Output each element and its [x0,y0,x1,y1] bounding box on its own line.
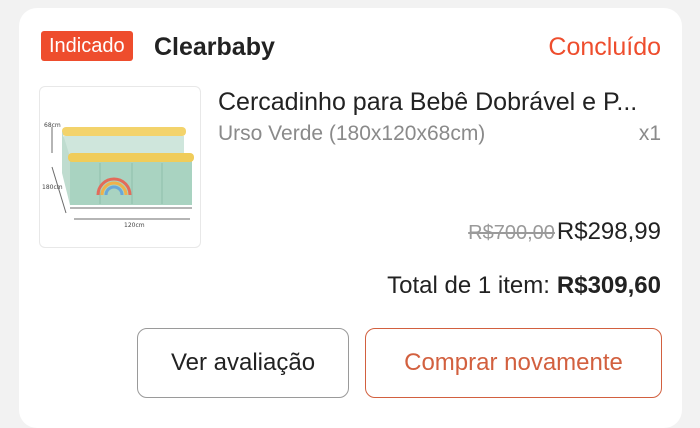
width-label: 180cm [42,184,63,191]
original-price: R$700,00 [468,222,555,244]
product-variant: Urso Verde (180x120x68cm) [218,122,486,145]
total-label: Total de 1 item: [387,272,550,299]
order-status: Concluído [548,33,661,61]
current-price: R$298,99 [556,218,661,245]
total-value: R$309,60 [556,272,661,299]
depth-label: 120cm [124,222,145,229]
product-thumbnail[interactable]: 68cm 180cm 120cm [39,86,201,248]
product-name[interactable]: Cercadinho para Bebê Dobrável e P... [218,86,662,118]
height-label: 68cm [44,122,61,129]
price-row: R$700,00 R$298,99 [468,218,661,250]
shop-name[interactable]: Clearbaby [154,31,275,63]
buy-again-button[interactable]: Comprar novamente [365,328,662,398]
order-total: Total de 1 item: R$309,60 [387,272,661,306]
playpen-image: 68cm 180cm 120cm [42,122,194,229]
product-quantity: x1 [638,122,661,145]
view-review-button[interactable]: Ver avaliação [137,328,349,398]
recommended-badge: Indicado [41,31,133,61]
